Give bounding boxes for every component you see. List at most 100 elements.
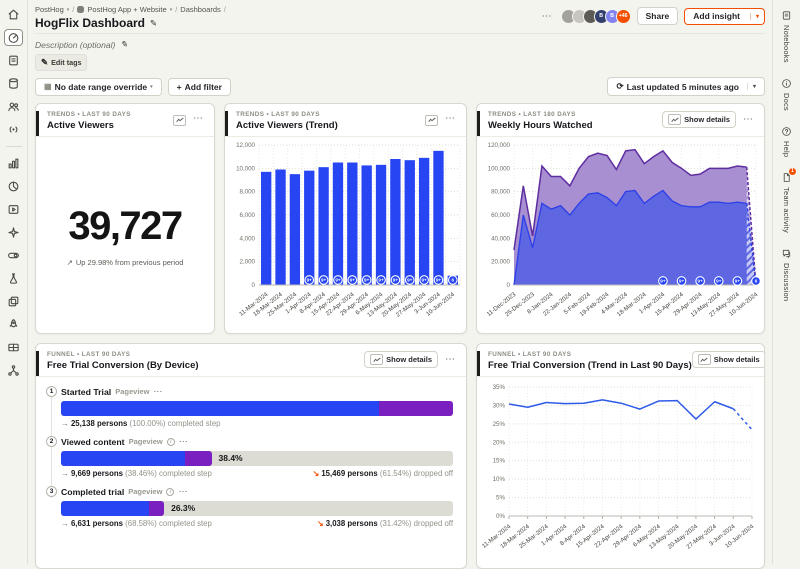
collaborator-avatars[interactable]: B B +46 [561, 9, 631, 24]
svg-text:10,000: 10,000 [236, 165, 255, 172]
show-details-button[interactable]: Show details [364, 351, 438, 368]
rail-notebooks[interactable]: Notebooks [781, 10, 792, 63]
experiments-icon[interactable] [4, 270, 23, 287]
notebooks-icon[interactable] [4, 52, 23, 69]
edit-tags-button[interactable]: ✎ Edit tags [35, 54, 87, 71]
pipeline-icon[interactable] [4, 362, 23, 379]
rail-label: Team activity [782, 187, 791, 233]
step-menu-button[interactable]: ⋯ [178, 486, 188, 497]
info-icon[interactable]: i [166, 488, 174, 496]
web-analytics-icon[interactable] [4, 178, 23, 195]
refresh-icon: ⟳ [616, 81, 623, 92]
activity-icon[interactable] [4, 121, 23, 138]
rail-team-activity[interactable]: 1 Team activity [781, 172, 792, 233]
card-title: Active Viewers (Trend) [236, 120, 338, 131]
step-event: Pageview [115, 387, 149, 396]
completed-count: 9,669 persons [71, 469, 123, 478]
show-details-button[interactable]: Show details [662, 111, 736, 128]
persons-icon[interactable] [4, 98, 23, 115]
dashboard-description[interactable]: Description (optional) [35, 40, 115, 50]
funnel-bar-purple [185, 451, 212, 466]
svg-text:20%: 20% [493, 439, 506, 446]
refresh-caret[interactable]: ▾ [747, 83, 756, 90]
step-menu-button[interactable]: ⋯ [153, 386, 163, 397]
home-icon[interactable] [4, 6, 23, 23]
dropped-count: 15,469 persons [321, 469, 377, 478]
show-details-button[interactable]: Show details [692, 351, 765, 368]
breadcrumb-project[interactable]: PostHog App + Website [87, 5, 166, 14]
card-funnel-trend: FUNNEL • LAST 90 DAYS Free Trial Convers… [476, 343, 765, 569]
avatar-overflow-count[interactable]: +46 [616, 9, 631, 24]
data-warehouse-icon[interactable] [4, 339, 23, 356]
svg-text:9+: 9+ [436, 278, 442, 283]
chevron-down-icon[interactable]: ▾ [170, 7, 173, 13]
funnel-bar-purple [379, 401, 453, 416]
edit-title-icon[interactable]: ✎ [150, 18, 157, 29]
funnel-bar-colored [61, 401, 453, 416]
step-number: 3 [46, 486, 57, 497]
pencil-icon: ✎ [41, 57, 48, 68]
svg-text:9+: 9+ [378, 278, 384, 283]
svg-text:4,000: 4,000 [240, 235, 256, 242]
rail-docs[interactable]: Docs [781, 78, 792, 111]
show-details-label: Show details [714, 355, 760, 364]
funnel-bar-blue [61, 401, 379, 416]
add-insight-caret[interactable]: ▾ [750, 13, 764, 20]
add-insight-button[interactable]: Add insight ▾ [684, 8, 765, 25]
conversion-rate-label: 38.4% [219, 451, 243, 466]
last-updated-button[interactable]: ⟳ Last updated 5 minutes ago ▾ [607, 77, 765, 96]
dashboards-icon[interactable] [4, 29, 23, 46]
funnel-bar[interactable]: 38.4% [61, 451, 453, 466]
chevron-down-icon[interactable]: ▾ [67, 7, 70, 13]
svg-text:0%: 0% [496, 513, 505, 520]
surveys-icon[interactable] [4, 293, 23, 310]
funnel-bar[interactable]: 26.3% [61, 501, 453, 516]
feature-flags-icon[interactable] [4, 247, 23, 264]
card-menu-button[interactable]: ⋯ [191, 113, 206, 124]
svg-text:60,000: 60,000 [491, 212, 510, 219]
breadcrumb-dashboards[interactable]: Dashboards [180, 5, 220, 14]
ai-assistant-icon[interactable] [4, 224, 23, 241]
completed-row: → 6,631 persons (68.58%) completed step [61, 519, 212, 528]
add-filter-button[interactable]: + Add filter [168, 78, 231, 96]
data-management-icon[interactable] [4, 75, 23, 92]
early-access-icon[interactable] [4, 316, 23, 333]
dashboard-more-button[interactable]: ⋯ [540, 11, 555, 22]
step-menu-button[interactable]: ⋯ [179, 436, 189, 447]
svg-text:6,000: 6,000 [240, 212, 256, 219]
completed-arrow-icon: → [61, 519, 69, 528]
chat-icon [781, 248, 792, 259]
session-replay-icon[interactable] [4, 201, 23, 218]
active-viewers-trend-chart[interactable]: 02,0004,0006,0008,00010,00012,0009+9+9+9… [225, 137, 466, 333]
completed-arrow-icon: → [61, 419, 69, 428]
share-button[interactable]: Share [637, 7, 679, 25]
page-title: HogFlix Dashboard [35, 16, 145, 30]
dashboard-grid: TRENDS • LAST 90 DAYS Active Viewers ⋯ 3… [35, 103, 765, 569]
edit-description-icon[interactable]: ✎ [120, 39, 127, 50]
weekly-hours-chart[interactable]: 020,00040,00060,00080,000100,000120,0009… [477, 137, 764, 333]
rail-help[interactable]: Help [781, 126, 792, 157]
insight-icon [370, 354, 383, 365]
breadcrumb-org[interactable]: PostHog [35, 5, 64, 14]
product-analytics-icon[interactable] [4, 155, 23, 172]
help-icon [781, 126, 792, 137]
card-caption: FUNNEL • LAST 90 DAYS [488, 351, 692, 358]
funnel-bar-colored [61, 501, 164, 516]
rail-discussion[interactable]: Discussion [781, 248, 792, 301]
funnel-trend-chart[interactable]: 0%5%10%15%20%25%30%35%11-Mar-202418-Mar-… [477, 377, 764, 568]
step-label: Started Trial [61, 387, 111, 397]
dropped-arrow-icon: ↘ [317, 519, 324, 528]
info-icon[interactable]: i [167, 438, 175, 446]
date-range-override-button[interactable]: ▦ No date range override ▾ [35, 78, 162, 96]
card-funnel-by-device: FUNNEL • LAST 90 DAYS Free Trial Convers… [35, 343, 467, 569]
trend-up-icon: ↗ [67, 258, 73, 267]
card-menu-button[interactable]: ⋯ [443, 113, 458, 124]
card-menu-button[interactable]: ⋯ [741, 114, 756, 125]
card-caption: TRENDS • LAST 90 DAYS [236, 111, 338, 118]
card-active-viewers: TRENDS • LAST 90 DAYS Active Viewers ⋯ 3… [35, 103, 215, 334]
card-menu-button[interactable]: ⋯ [443, 354, 458, 365]
open-insight-button[interactable] [425, 111, 438, 126]
delta-text: Up 29.98% from previous period [76, 258, 184, 267]
funnel-bar[interactable] [61, 401, 453, 416]
open-insight-button[interactable] [173, 111, 186, 126]
